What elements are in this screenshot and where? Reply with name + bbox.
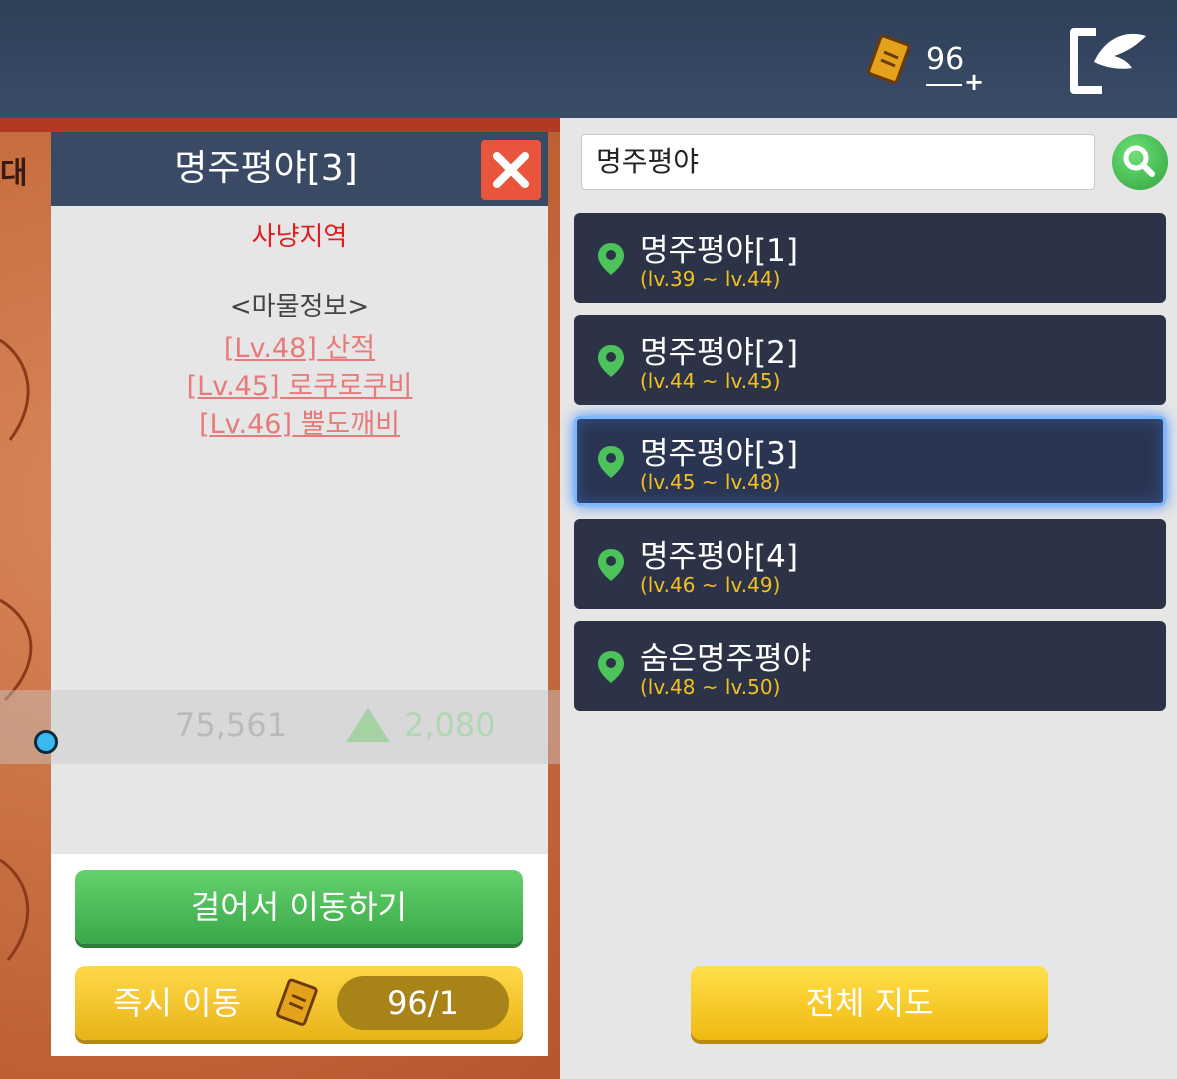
instant-move-button[interactable]: 즉시 이동 96/1 [75,966,523,1040]
location-pin-icon [598,345,624,377]
monster-link[interactable]: [Lv.45] 로쿠로쿠비 [51,364,548,403]
map-frame [0,118,560,132]
zone-level-range: (lv.45 ~ lv.48) [640,470,781,494]
close-icon [493,152,529,188]
monster-link[interactable]: [Lv.46] 뿔도깨비 [51,402,548,441]
scroll-ticket-icon [276,978,318,1026]
zone-list-item-selected[interactable]: 명주평야[3] (lv.45 ~ lv.48) [574,416,1166,506]
full-map-button[interactable]: 전체 지도 [691,966,1048,1040]
currency-count: 96 [926,42,965,77]
map-location-marker [34,730,58,754]
zone-list-item[interactable]: 명주평야[1] (lv.39 ~ lv.44) [574,213,1166,303]
zone-list-item[interactable]: 명주평야[2] (lv.44 ~ lv.45) [574,315,1166,405]
up-arrow-icon [346,708,390,742]
scroll-ticket-icon [867,34,911,84]
power-overlay [0,690,640,764]
zone-list-item[interactable]: 숨은명주평야 (lv.48 ~ lv.50) [574,621,1166,711]
exit-icon[interactable] [1066,26,1150,98]
zone-level-range: (lv.39 ~ lv.44) [640,267,781,291]
instant-move-cost: 96/1 [337,976,509,1030]
panel-title: 명주평야[3] [174,148,358,189]
currency-underline [926,84,962,86]
zone-level-range: (lv.46 ~ lv.49) [640,573,781,597]
instant-move-label: 즉시 이동 [113,984,241,1022]
zone-name: 명주평야[3] [640,436,798,472]
add-currency-button[interactable]: + [964,68,984,96]
overlay-power-value: 75,561 [175,706,287,744]
search-input[interactable]: 명주평야 [581,134,1095,190]
zone-name: 명주평야[2] [640,335,798,371]
overlay-power-change: 2,080 [404,706,496,744]
walk-move-button[interactable]: 걸어서 이동하기 [75,870,523,944]
zone-name: 명주평야[4] [640,539,798,575]
zone-level-range: (lv.48 ~ lv.50) [640,675,781,699]
top-bar [0,0,1177,118]
panel-header: 명주평야[3] [51,132,548,206]
location-pin-icon [598,446,624,478]
zone-level-range: (lv.44 ~ lv.45) [640,369,781,393]
search-icon [1123,145,1155,177]
monster-info-header: <마물정보> [229,292,370,322]
zone-type-label: 사냥지역 [251,222,348,252]
zone-name: 명주평야[1] [640,233,798,269]
location-pin-icon [598,243,624,275]
map-region-label: 대 [0,156,28,191]
zone-info-panel: 명주평야[3] 사냥지역 <마물정보> [Lv.48] 산적 [Lv.45] 로… [51,132,548,1056]
search-button[interactable] [1112,134,1168,190]
monster-link[interactable]: [Lv.48] 산적 [51,326,548,365]
location-pin-icon [598,651,624,683]
map-decoration [0,338,33,961]
zone-name: 숨은명주평야 [640,641,812,677]
close-button[interactable] [481,140,541,200]
zone-list-item[interactable]: 명주평야[4] (lv.46 ~ lv.49) [574,519,1166,609]
location-pin-icon [598,549,624,581]
